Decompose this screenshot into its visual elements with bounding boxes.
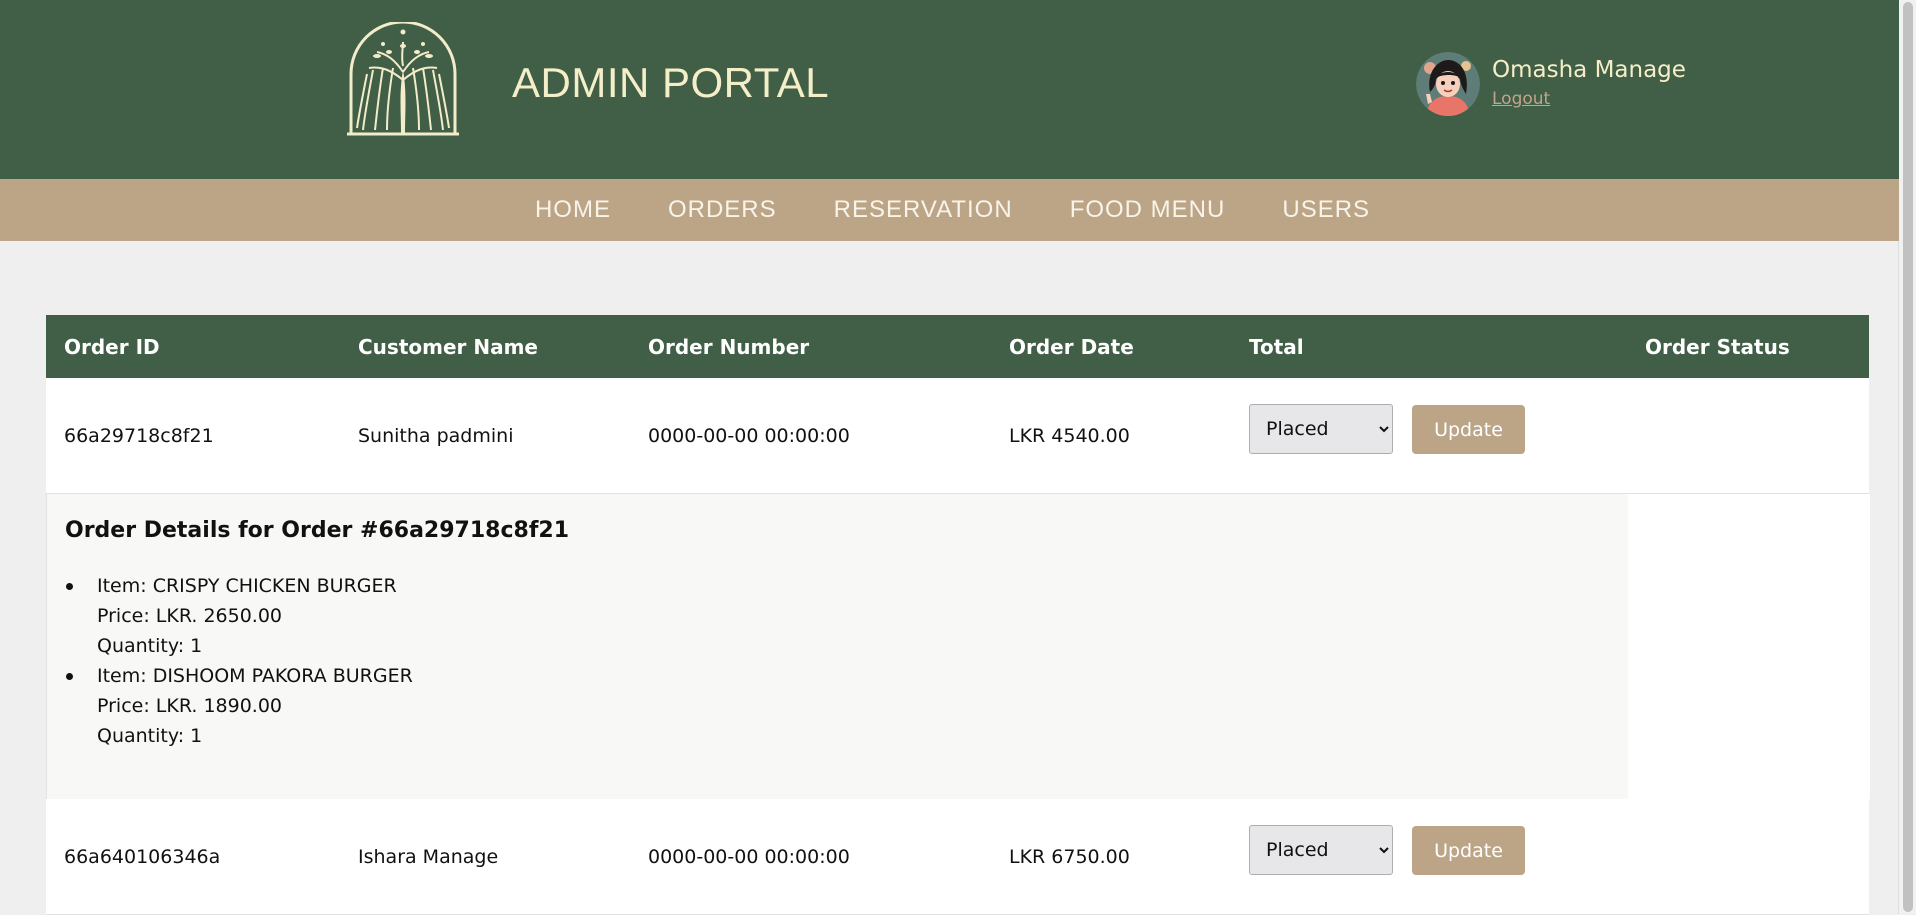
scrollbar[interactable] [1898,0,1916,914]
logout-link[interactable]: Logout [1492,89,1550,109]
update-button[interactable]: Update [1412,826,1525,875]
scrollbar-thumb[interactable] [1903,2,1913,912]
header-order-id: Order ID [64,334,160,359]
page-title: ADMIN PORTAL [512,59,830,106]
order-details-side [1628,494,1870,799]
user-name: Omasha Manage [1492,57,1686,83]
orders-table: Order ID Customer Name Order Number Orde… [46,315,1870,915]
header-order-number: Order Number [648,334,810,359]
table-row: 66a640106346a Ishara Manage 0000-00-00 0… [46,799,1869,915]
item-quantity: Quantity: 1 [97,725,203,747]
order-details: Order Details for Order #66a29718c8f21 I… [46,494,1870,799]
item-price: Price: LKR. 1890.00 [97,695,283,717]
nav-item-users[interactable]: USERS [1276,196,1370,224]
nav-item-orders[interactable]: ORDERS [662,196,777,224]
update-button[interactable]: Update [1412,405,1525,454]
cell-order-date: LKR 4540.00 [1009,424,1130,447]
nav-item-home[interactable]: HOME [529,196,611,224]
list-item: Item: DISHOOM PAKORA BURGER Price: LKR. … [66,661,413,751]
item-price: Price: LKR. 2650.00 [97,605,283,627]
cell-customer-name: Sunitha padmini [358,424,514,447]
avatar[interactable] [1416,52,1480,116]
nav-item-food-menu[interactable]: FOOD MENU [1064,196,1226,224]
cell-order-number: 0000-00-00 00:00:00 [648,424,850,447]
list-item: Item: CRISPY CHICKEN BURGER Price: LKR. … [66,571,413,661]
cell-order-id: 66a29718c8f21 [64,424,214,447]
main-nav: HOME ORDERS RESERVATION FOOD MENU USERS [0,179,1899,241]
item-name: Item: DISHOOM PAKORA BURGER [97,665,413,687]
table-row: 66a29718c8f21 Sunitha padmini 0000-00-00… [46,378,1869,494]
nav-item-reservation[interactable]: RESERVATION [828,196,1013,224]
status-select[interactable]: Placed [1249,825,1393,875]
cell-customer-name: Ishara Manage [358,845,499,868]
table-header: Order ID Customer Name Order Number Orde… [46,315,1869,378]
header-customer-name: Customer Name [358,334,538,359]
order-items-list: Item: CRISPY CHICKEN BURGER Price: LKR. … [66,571,413,751]
header-order-status: Order Status [1645,334,1790,359]
item-quantity: Quantity: 1 [97,635,203,657]
status-select[interactable]: Placed [1249,404,1393,454]
cell-order-id: 66a640106346a [64,845,221,868]
tree-logo-icon [347,22,459,136]
cell-order-date: LKR 6750.00 [1009,845,1130,868]
top-header: ADMIN PORTAL Omasha Manage Logout [0,0,1899,179]
order-details-title: Order Details for Order #66a29718c8f21 [65,518,570,543]
cell-order-number: 0000-00-00 00:00:00 [648,845,850,868]
header-order-date: Order Date [1009,334,1134,359]
header-total: Total [1249,334,1304,359]
item-name: Item: CRISPY CHICKEN BURGER [97,575,397,597]
